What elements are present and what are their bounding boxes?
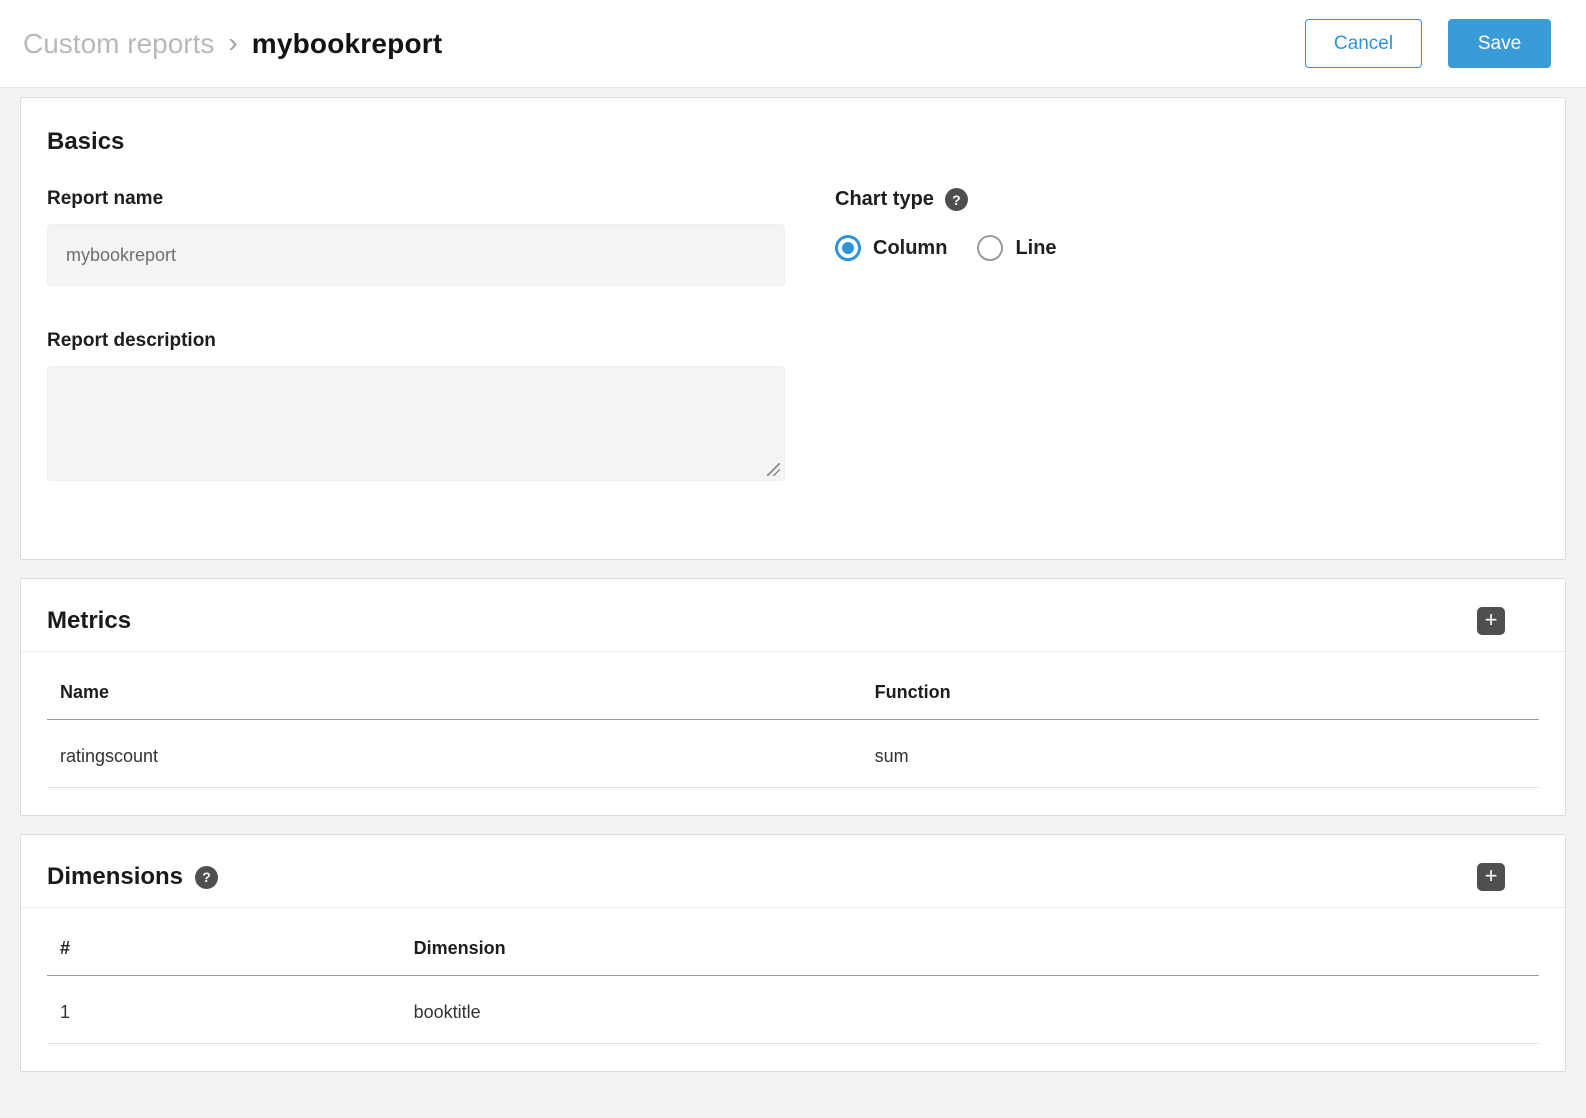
plus-icon: +	[1485, 865, 1498, 887]
breadcrumb-custom-reports-link[interactable]: Custom reports	[23, 28, 214, 60]
radio-label-column: Column	[873, 237, 947, 260]
plus-icon: +	[1485, 609, 1498, 631]
metrics-table-header: Name Function	[47, 652, 1539, 720]
report-name-label: Report name	[47, 188, 163, 210]
save-button[interactable]: Save	[1448, 19, 1551, 68]
dimensions-section-title: Dimensions	[47, 863, 183, 891]
metrics-col-name: Name	[47, 652, 862, 719]
chevron-right-icon: ›	[228, 27, 237, 59]
metrics-table: Name Function ratingscount sum	[47, 652, 1539, 815]
main-content: Basics Report name Report description Ch…	[0, 88, 1586, 1095]
radio-selected-icon	[835, 235, 861, 261]
chart-type-header: Chart type ?	[835, 188, 1539, 211]
dimensions-card: Dimensions ? + # Dimension 1 booktitle	[20, 834, 1566, 1072]
metric-function-cell: sum	[862, 720, 1539, 787]
topbar-actions: Cancel Save	[1305, 19, 1551, 68]
basics-card: Basics Report name Report description Ch…	[20, 97, 1566, 560]
cancel-button[interactable]: Cancel	[1305, 19, 1422, 68]
chart-type-options: Column Line	[835, 235, 1539, 261]
dimensions-table-footer-space	[47, 1044, 1539, 1071]
metrics-card-header: Metrics +	[21, 579, 1565, 652]
topbar: Custom reports › mybookreport Cancel Sav…	[0, 0, 1586, 88]
dimensions-table-header: # Dimension	[47, 908, 1539, 976]
dimensions-help-icon[interactable]: ?	[195, 866, 218, 889]
dimension-name-cell: booktitle	[401, 976, 1539, 1043]
chart-type-column-radio[interactable]: Column	[835, 235, 947, 261]
dimension-index-cell: 1	[47, 976, 401, 1043]
dimensions-col-number: #	[47, 908, 401, 975]
report-description-wrapper	[47, 366, 785, 481]
radio-unselected-icon	[977, 235, 1003, 261]
radio-label-line: Line	[1015, 237, 1056, 260]
metrics-card: Metrics + Name Function ratingscount sum	[20, 578, 1566, 816]
basics-section-title: Basics	[47, 128, 1539, 156]
report-description-label: Report description	[47, 330, 216, 352]
basics-right-column: Chart type ? Column Line	[835, 188, 1539, 481]
dimensions-col-dimension: Dimension	[401, 908, 1539, 975]
add-metric-button[interactable]: +	[1477, 607, 1505, 635]
report-description-textarea[interactable]	[47, 366, 785, 481]
dimensions-card-header: Dimensions ? +	[21, 835, 1565, 908]
metrics-section-title: Metrics	[47, 607, 131, 635]
report-name-input[interactable]	[47, 224, 785, 286]
metrics-col-function: Function	[862, 652, 1539, 719]
dimensions-table: # Dimension 1 booktitle	[47, 908, 1539, 1071]
chart-type-label: Chart type	[835, 188, 934, 211]
chart-type-line-radio[interactable]: Line	[977, 235, 1056, 261]
metrics-table-footer-space	[47, 788, 1539, 815]
basics-grid: Report name Report description Chart typ…	[47, 188, 1539, 481]
breadcrumb: Custom reports › mybookreport	[23, 28, 442, 60]
metric-name-cell: ratingscount	[47, 720, 862, 787]
help-icon[interactable]: ?	[945, 188, 968, 211]
metrics-table-row[interactable]: ratingscount sum	[47, 720, 1539, 788]
dimensions-table-row[interactable]: 1 booktitle	[47, 976, 1539, 1044]
page-title: mybookreport	[252, 28, 443, 60]
add-dimension-button[interactable]: +	[1477, 863, 1505, 891]
basics-left-column: Report name Report description	[47, 188, 785, 481]
